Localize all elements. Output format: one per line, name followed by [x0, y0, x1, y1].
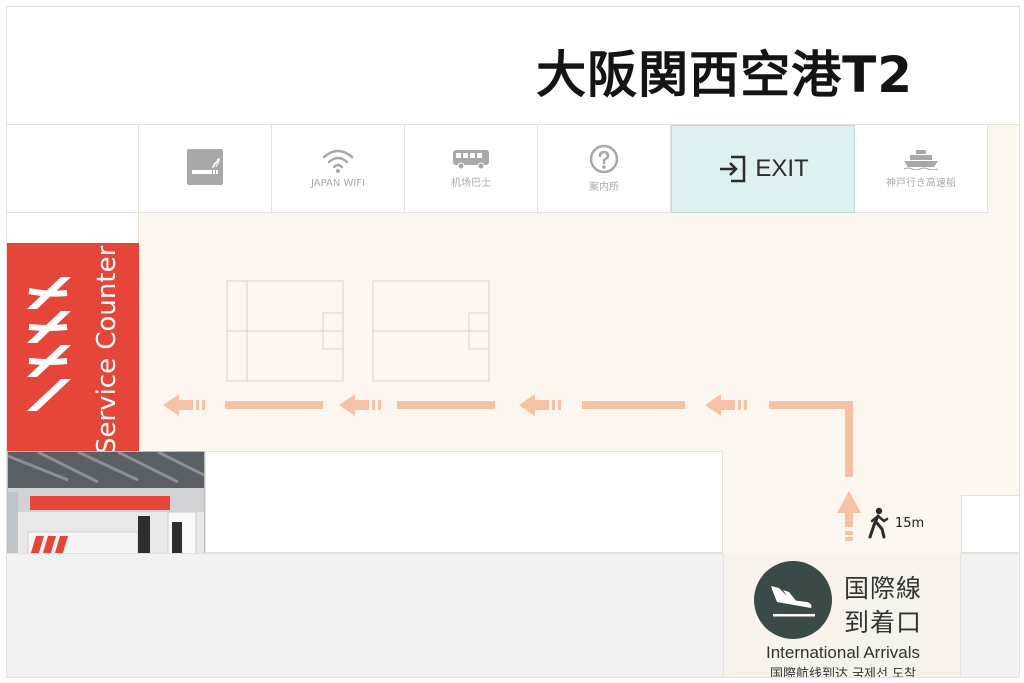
- route-dash: [738, 400, 741, 410]
- route-arrow-shaft: [355, 400, 369, 410]
- route-arrow-up: [837, 491, 861, 513]
- route-arrows: [163, 394, 861, 541]
- distance-label: 15m: [895, 515, 925, 531]
- route-arrow-shaft: [179, 400, 193, 410]
- map-frame: 大阪関西空港T2 JAPAN WIFI 机场巴士 案内所 EXIT 神戸行き高速…: [6, 6, 1020, 678]
- arrivals-label-multilingual: 国際航线到达 국제선 도착: [769, 667, 917, 678]
- route-arrow-shaft: [535, 400, 549, 410]
- route-segment: [845, 405, 853, 477]
- arrivals-label-en: International Arrivals: [765, 643, 921, 662]
- route-dash: [845, 531, 853, 535]
- walking-person-icon: [868, 507, 889, 539]
- route-arrow-left: [163, 394, 179, 416]
- route-arrow-left: [519, 394, 535, 416]
- route-dash: [744, 400, 747, 410]
- route-dash: [372, 400, 375, 410]
- route-dash: [378, 400, 381, 410]
- route-dash: [558, 400, 561, 410]
- route-arrow-shaft: [721, 400, 735, 410]
- arrivals-badge: [754, 561, 832, 639]
- route-segment: [769, 401, 853, 409]
- route-dash: [202, 400, 205, 410]
- floor-outline: [226, 280, 490, 382]
- route-arrow-left: [705, 394, 721, 416]
- arrivals-label-jp-1: 国際線: [844, 574, 923, 603]
- route-dash: [552, 400, 555, 410]
- route-segment: [397, 401, 495, 409]
- international-arrivals-sign[interactable]: 国際線 到着口 International Arrivals 国際航线到达 국제…: [723, 553, 961, 678]
- route-dash: [196, 400, 199, 410]
- arrivals-label-jp-2: 到着口: [844, 608, 923, 637]
- route-segment: [582, 401, 685, 409]
- route-arrow-left: [339, 394, 355, 416]
- plane-landing-icon: [771, 586, 815, 617]
- route-dash: [845, 537, 853, 541]
- route-segment: [845, 513, 853, 527]
- walking-distance: 15m: [867, 507, 924, 539]
- route-segment: [225, 401, 323, 409]
